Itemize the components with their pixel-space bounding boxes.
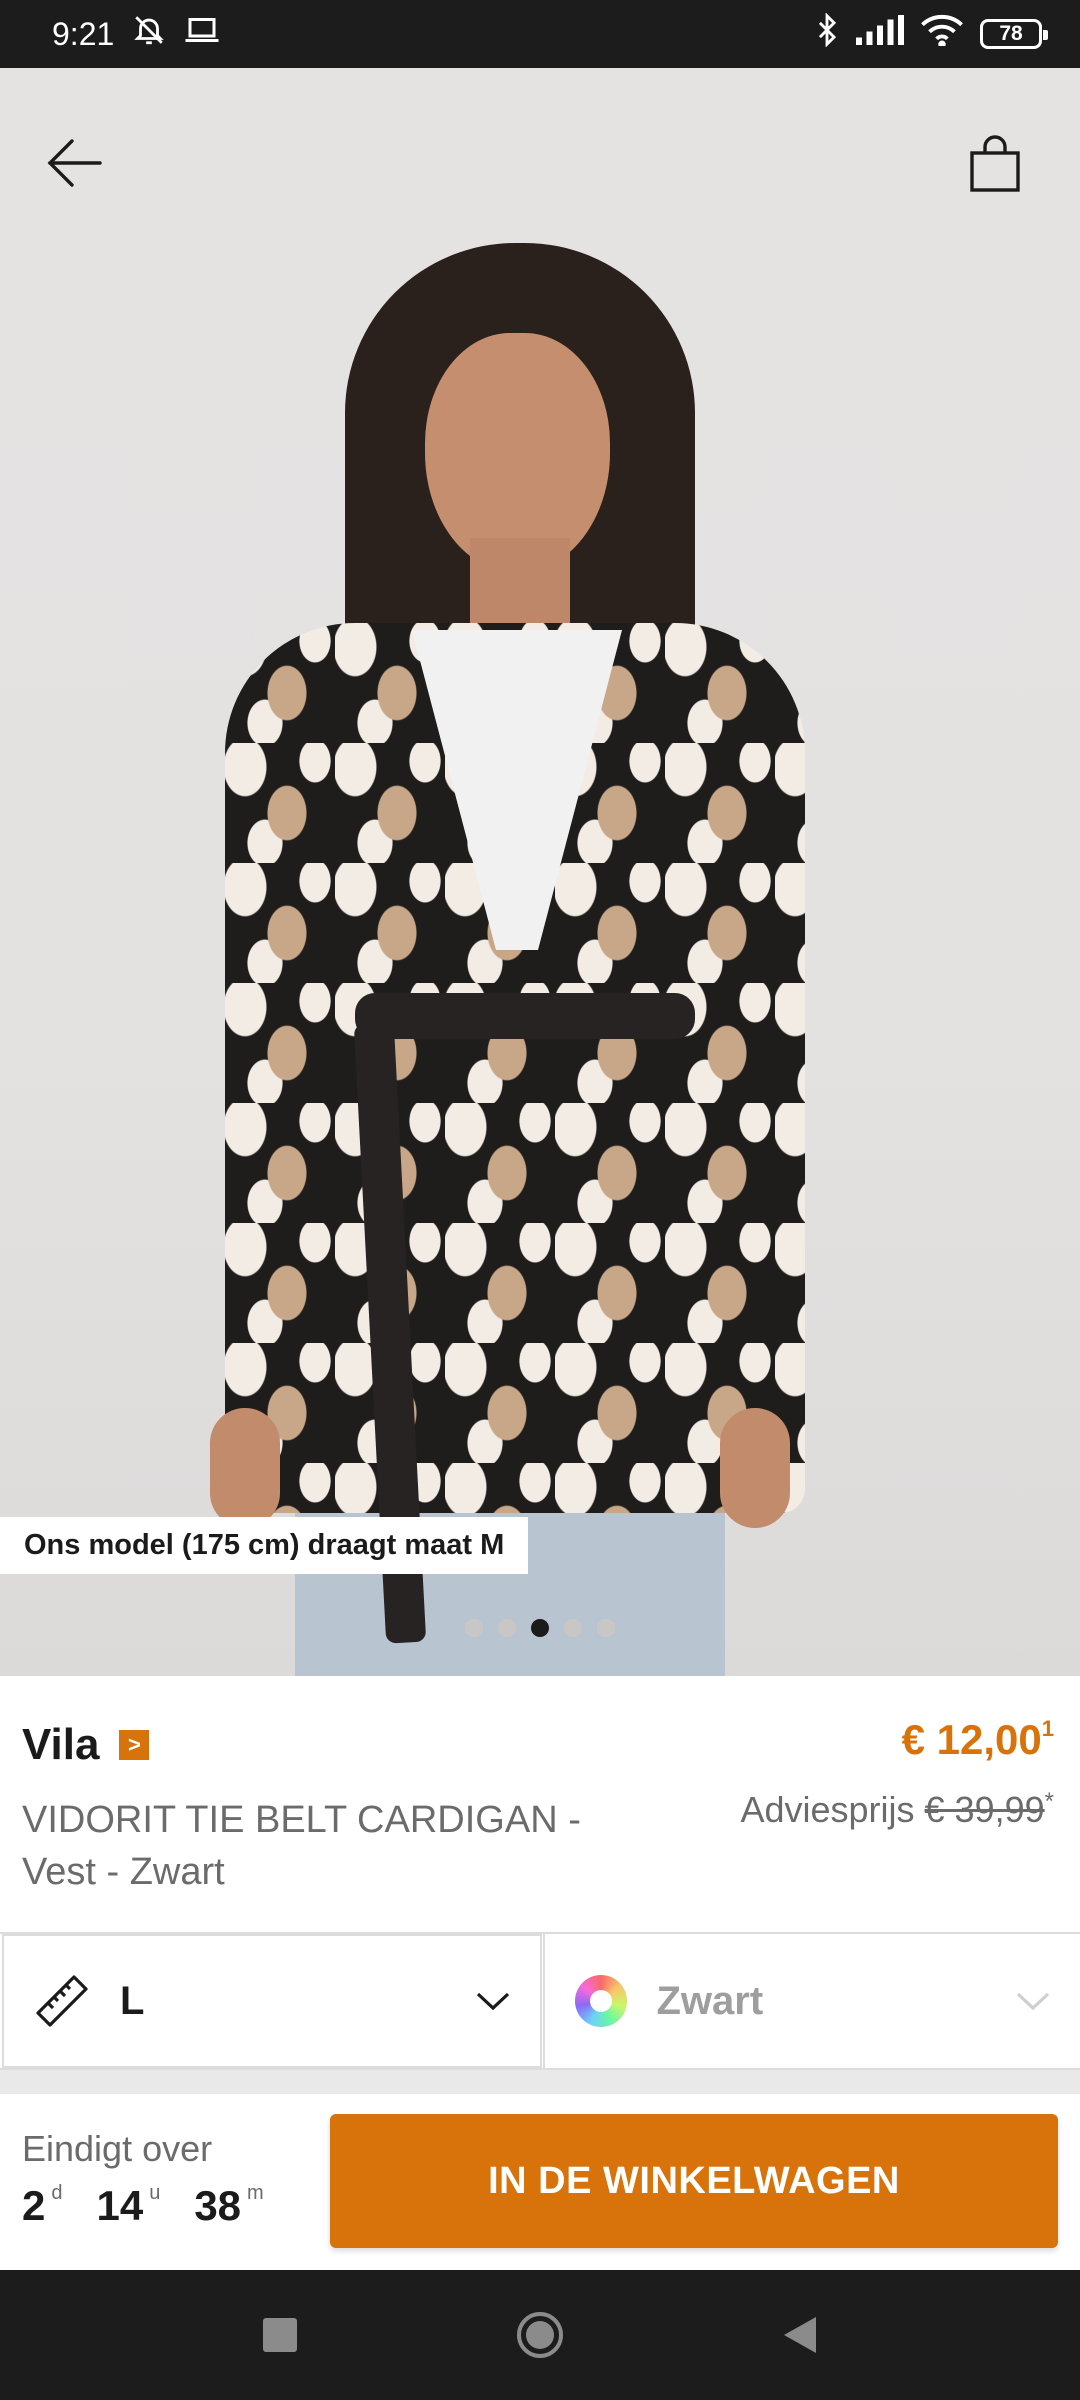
laptop-icon	[184, 15, 220, 53]
rrp-value: € 39,99	[924, 1789, 1045, 1830]
system-navigation-bar	[0, 2270, 1080, 2400]
model-hand-right	[720, 1408, 790, 1528]
model-hand-left	[210, 1408, 280, 1528]
wifi-icon	[920, 14, 964, 54]
back-button[interactable]	[30, 118, 120, 208]
countdown-timer: 2d 14 u 38 m	[22, 2182, 264, 2230]
model-size-note: Ons model (175 cm) draagt maat M	[0, 1517, 529, 1574]
section-divider	[0, 2070, 1080, 2094]
product-image-carousel[interactable]: Ons model (175 cm) draagt maat M	[0, 68, 1080, 1676]
triangle-back-icon	[784, 2317, 816, 2353]
color-value: Zwart	[656, 1978, 764, 2023]
shopping-bag-icon	[970, 135, 1020, 192]
arrow-left-icon	[47, 139, 102, 187]
status-bar-right: 78	[814, 12, 1048, 55]
carousel-dot[interactable]	[498, 1619, 516, 1637]
battery-indicator: 78	[980, 19, 1048, 49]
status-bar: 9:21 78	[0, 0, 1080, 68]
countdown-days: 2d	[22, 2182, 63, 2229]
chevron-right-icon: >	[119, 1730, 150, 1760]
countdown-minutes: 38 m	[194, 2182, 264, 2229]
notifications-muted-icon	[132, 13, 166, 55]
ruler-icon	[36, 1975, 88, 2027]
variant-selectors: L Zwart	[0, 1932, 1080, 2070]
square-icon	[263, 2318, 297, 2352]
carousel-dot[interactable]	[597, 1619, 615, 1637]
recents-button[interactable]	[245, 2300, 315, 2370]
carousel-dot[interactable]	[564, 1619, 582, 1637]
carousel-dot[interactable]	[465, 1619, 483, 1637]
price-value: € 12,00	[901, 1716, 1042, 1763]
cardigan-belt	[355, 993, 695, 1039]
purchase-bar: Eindigt over 2d 14 u 38 m IN DE WINKELWAGE…	[0, 2094, 1080, 2270]
product-name: VIDORIT TIE BELT CARDIGAN - Vest - Zwart	[22, 1799, 581, 1893]
chevron-down-icon	[1016, 1992, 1050, 2011]
chevron-down-icon	[476, 1992, 509, 2011]
model-face	[425, 333, 610, 573]
brand-link[interactable]: Vila >	[22, 1720, 150, 1770]
signal-icon	[856, 15, 904, 53]
circle-icon	[517, 2312, 563, 2358]
brand-name: Vila	[22, 1720, 100, 1769]
system-back-button[interactable]	[765, 2300, 835, 2370]
rrp-label: Adviesprijs	[740, 1789, 915, 1830]
add-to-cart-button[interactable]: IN DE WINKELWAGEN	[330, 2114, 1058, 2248]
cart-button[interactable]	[950, 118, 1040, 208]
color-selector[interactable]: Zwart	[542, 1934, 1080, 2068]
status-time: 9:21	[52, 15, 115, 52]
carousel-indicator	[0, 1619, 1080, 1637]
home-button[interactable]	[505, 2300, 575, 2370]
size-value: L	[120, 1978, 145, 2023]
product-info: Vila > VIDORIT TIE BELT CARDIGAN - Vest …	[0, 1676, 1080, 1932]
countdown-hours: 14 u	[96, 2182, 161, 2229]
recommended-price: Adviesprijs € 39,99*	[740, 1788, 1054, 1831]
price-footnote: 1	[1041, 1716, 1054, 1741]
carousel-dot-active[interactable]	[531, 1619, 549, 1637]
bluetooth-icon	[814, 12, 840, 55]
rrp-footnote: *	[1044, 1788, 1054, 1815]
color-wheel-icon	[574, 1975, 627, 2027]
size-selector[interactable]: L	[2, 1934, 542, 2068]
ends-in-label: Eindigt over	[22, 2128, 213, 2169]
product-price: € 12,001	[902, 1716, 1054, 1764]
status-bar-left: 9:21	[52, 13, 220, 55]
